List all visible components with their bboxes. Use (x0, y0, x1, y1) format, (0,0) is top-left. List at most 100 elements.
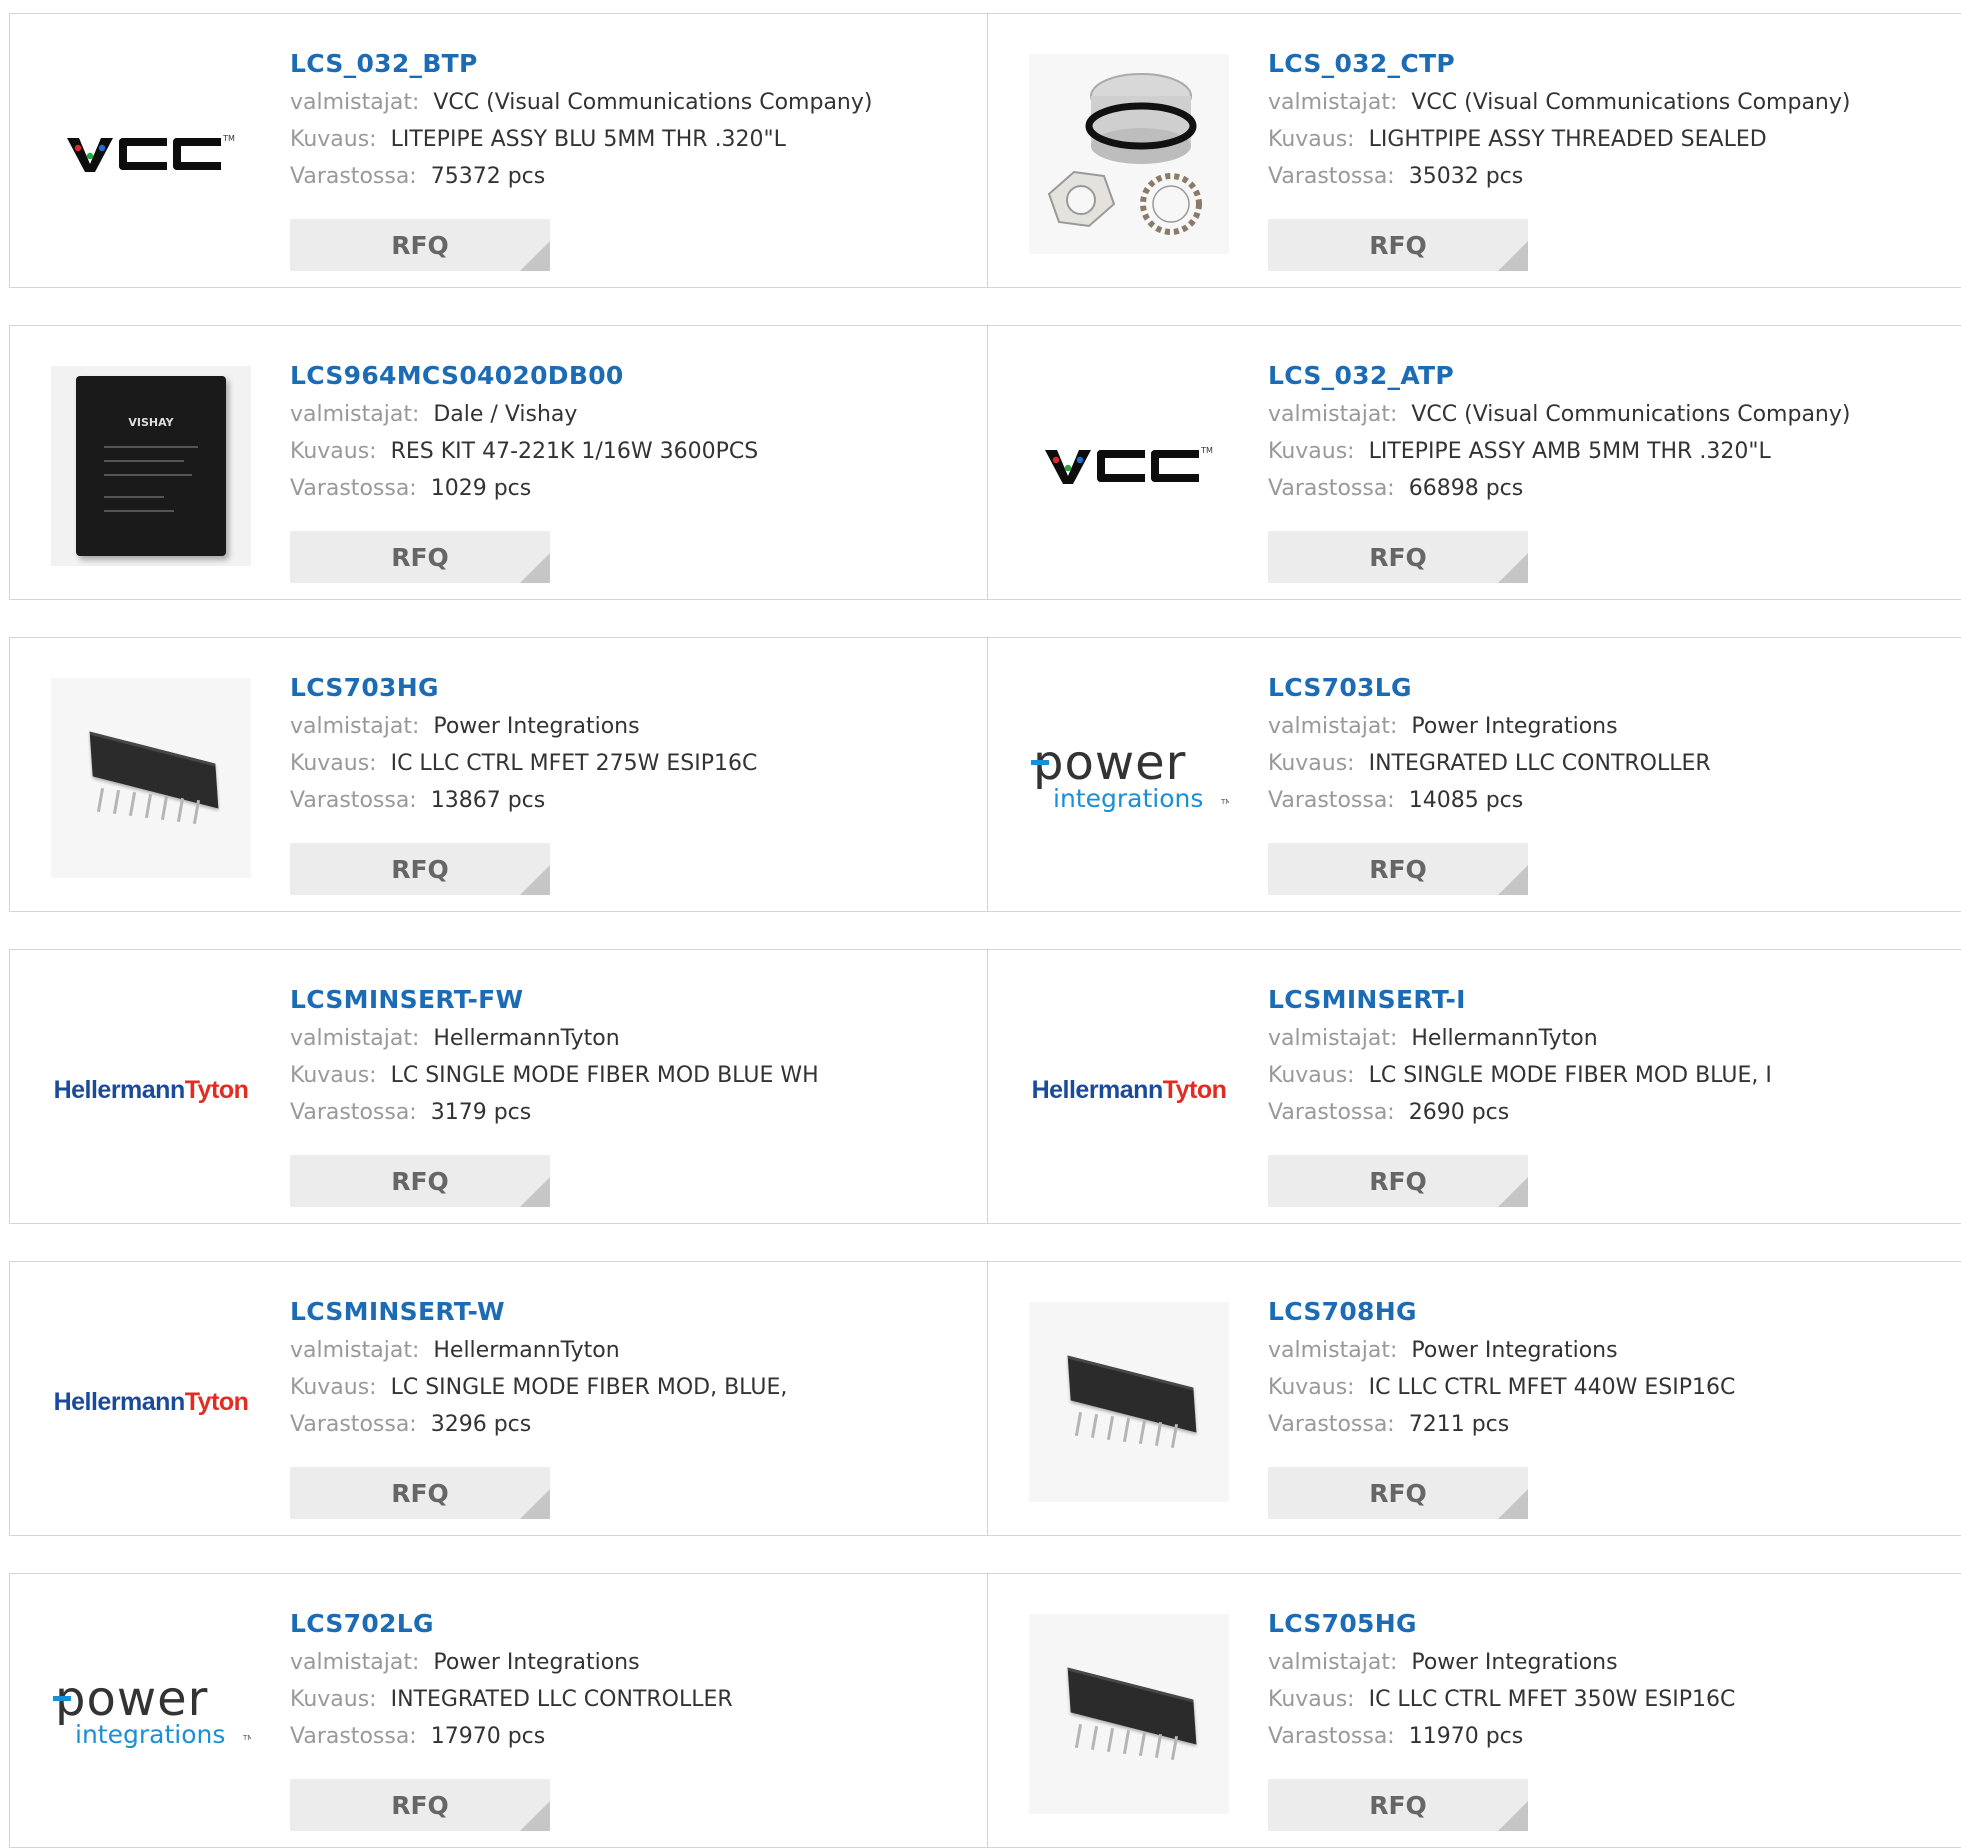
description-row: Kuvaus: LC SINGLE MODE FIBER MOD, BLUE, (290, 1369, 980, 1406)
manufacturer-row: valmistajat: HellermannTyton (290, 1020, 980, 1057)
manufacturer-label: valmistajat: (1268, 402, 1398, 427)
stock-label: Varastossa: (290, 1100, 417, 1125)
product-image[interactable]: TM (1029, 366, 1229, 566)
product-link[interactable]: LCS708HG (1268, 1292, 1958, 1332)
stock-value: 11970 pcs (1408, 1724, 1524, 1749)
description-row: Kuvaus: IC LLC CTRL MFET 440W ESIP16C (1268, 1369, 1958, 1406)
description-row: Kuvaus: IC LLC CTRL MFET 275W ESIP16C (290, 745, 980, 782)
product-card: LCS705HG valmistajat: Power Integrations Ku… (987, 1573, 1961, 1848)
hellermanntyton-logo: HellermannTyton (1031, 1075, 1227, 1104)
vcc-logo: TM (1045, 446, 1213, 486)
stock-label: Varastossa: (290, 476, 417, 501)
stock-value: 75372 pcs (430, 164, 546, 189)
rfq-button[interactable]: RFQ (1268, 1779, 1528, 1831)
power-integrations-logo: power integrations TM (53, 1671, 251, 1749)
manufacturer-value: Power Integrations (1411, 714, 1618, 739)
manufacturer-row: valmistajat: VCC (Visual Communications C… (290, 84, 980, 121)
product-link[interactable]: LCS702LG (290, 1604, 980, 1644)
product-image[interactable]: HellermannTyton (1029, 990, 1229, 1190)
stock-value: 35032 pcs (1408, 164, 1524, 189)
product-image[interactable]: power integrations TM (1029, 678, 1229, 878)
ic-chip-image (51, 678, 251, 878)
product-link[interactable]: LCS703HG (290, 668, 980, 708)
product-image[interactable] (1029, 54, 1229, 254)
stock-row: Varastossa: 75372 pcs (290, 158, 980, 195)
rfq-button[interactable]: RFQ (1268, 1467, 1528, 1519)
product-image[interactable]: VISHAY (51, 366, 251, 566)
manufacturer-label: valmistajat: (1268, 1026, 1398, 1051)
product-link[interactable]: LCS703LG (1268, 668, 1958, 708)
stock-label: Varastossa: (290, 164, 417, 189)
rfq-button[interactable]: RFQ (290, 1155, 550, 1207)
description-value: IC LLC CTRL MFET 275W ESIP16C (390, 751, 758, 776)
ic-chip-image (1029, 1302, 1229, 1502)
rfq-button[interactable]: RFQ (1268, 531, 1528, 583)
manufacturer-value: Power Integrations (1411, 1338, 1618, 1363)
manufacturer-label: valmistajat: (290, 90, 420, 115)
rfq-button[interactable]: RFQ (290, 1779, 550, 1831)
product-link[interactable]: LCS_032_CTP (1268, 44, 1958, 84)
stock-value: 14085 pcs (1408, 788, 1524, 813)
rfq-button[interactable]: RFQ (290, 531, 550, 583)
description-label: Kuvaus: (1268, 439, 1355, 464)
lightpipe-image (1029, 54, 1229, 254)
product-image[interactable]: HellermannTyton (51, 990, 251, 1190)
product-image[interactable]: HellermannTyton (51, 1302, 251, 1502)
product-image[interactable] (1029, 1302, 1229, 1502)
rfq-button[interactable]: RFQ (1268, 843, 1528, 895)
manufacturer-label: valmistajat: (290, 1026, 420, 1051)
stock-value: 17970 pcs (430, 1724, 546, 1749)
power-integrations-logo: power integrations TM (1031, 735, 1229, 813)
product-link[interactable]: LCS705HG (1268, 1604, 1958, 1644)
rfq-button[interactable]: RFQ (1268, 1155, 1528, 1207)
description-row: Kuvaus: LC SINGLE MODE FIBER MOD BLUE WH (290, 1057, 980, 1094)
rfq-button[interactable]: RFQ (290, 219, 550, 271)
rfq-button[interactable]: RFQ (290, 1467, 550, 1519)
product-link[interactable]: LCSMINSERT-I (1268, 980, 1958, 1020)
product-image[interactable]: TM (51, 54, 251, 254)
stock-value: 66898 pcs (1408, 476, 1524, 501)
description-label: Kuvaus: (290, 1063, 377, 1088)
manufacturer-row: valmistajat: VCC (Visual Communications C… (1268, 396, 1958, 433)
manufacturer-row: valmistajat: Power Integrations (290, 708, 980, 745)
manufacturer-row: valmistajat: Power Integrations (1268, 1332, 1958, 1369)
stock-label: Varastossa: (290, 1412, 417, 1437)
product-link[interactable]: LCS_032_ATP (1268, 356, 1958, 396)
description-label: Kuvaus: (290, 127, 377, 152)
stock-row: Varastossa: 3296 pcs (290, 1406, 980, 1443)
rfq-button[interactable]: RFQ (290, 843, 550, 895)
product-link[interactable]: LCSMINSERT-W (290, 1292, 980, 1332)
stock-row: Varastossa: 1029 pcs (290, 470, 980, 507)
description-value: LIGHTPIPE ASSY THREADED SEALED (1368, 127, 1767, 152)
stock-label: Varastossa: (1268, 164, 1395, 189)
stock-row: Varastossa: 14085 pcs (1268, 782, 1958, 819)
product-card: power integrations TM LCS702LG valmistajat: P… (9, 1573, 989, 1848)
rfq-button[interactable]: RFQ (1268, 219, 1528, 271)
ic-chip-image (1029, 1614, 1229, 1814)
manufacturer-label: valmistajat: (1268, 1338, 1398, 1363)
product-image[interactable] (1029, 1614, 1229, 1814)
manufacturer-row: valmistajat: Power Integrations (290, 1644, 980, 1681)
description-row: Kuvaus: LITEPIPE ASSY BLU 5MM THR .320"L (290, 121, 980, 158)
vcc-logo: TM (67, 134, 235, 174)
manufacturer-label: valmistajat: (1268, 1650, 1398, 1675)
description-row: Kuvaus: IC LLC CTRL MFET 350W ESIP16C (1268, 1681, 1958, 1718)
product-image[interactable]: power integrations TM (51, 1614, 251, 1814)
product-card: HellermannTyton LCSMINSERT-W valmistajat: H… (9, 1261, 989, 1536)
product-link[interactable]: LCSMINSERT-FW (290, 980, 980, 1020)
hellermanntyton-logo: HellermannTyton (53, 1075, 249, 1104)
description-value: LITEPIPE ASSY AMB 5MM THR .320"L (1368, 439, 1771, 464)
product-card: LCS708HG valmistajat: Power Integrations Ku… (987, 1261, 1961, 1536)
product-link[interactable]: LCS_032_BTP (290, 44, 980, 84)
description-value: LC SINGLE MODE FIBER MOD BLUE, I (1368, 1063, 1772, 1088)
manufacturer-row: valmistajat: Power Integrations (1268, 708, 1958, 745)
stock-value: 1029 pcs (430, 476, 532, 501)
description-row: Kuvaus: INTEGRATED LLC CONTROLLER (1268, 745, 1958, 782)
description-label: Kuvaus: (1268, 127, 1355, 152)
description-row: Kuvaus: LIGHTPIPE ASSY THREADED SEALED (1268, 121, 1958, 158)
product-image[interactable] (51, 678, 251, 878)
stock-value: 3296 pcs (430, 1412, 532, 1437)
stock-row: Varastossa: 11970 pcs (1268, 1718, 1958, 1755)
product-link[interactable]: LCS964MCS04020DB00 (290, 356, 980, 396)
manufacturer-row: valmistajat: HellermannTyton (1268, 1020, 1958, 1057)
